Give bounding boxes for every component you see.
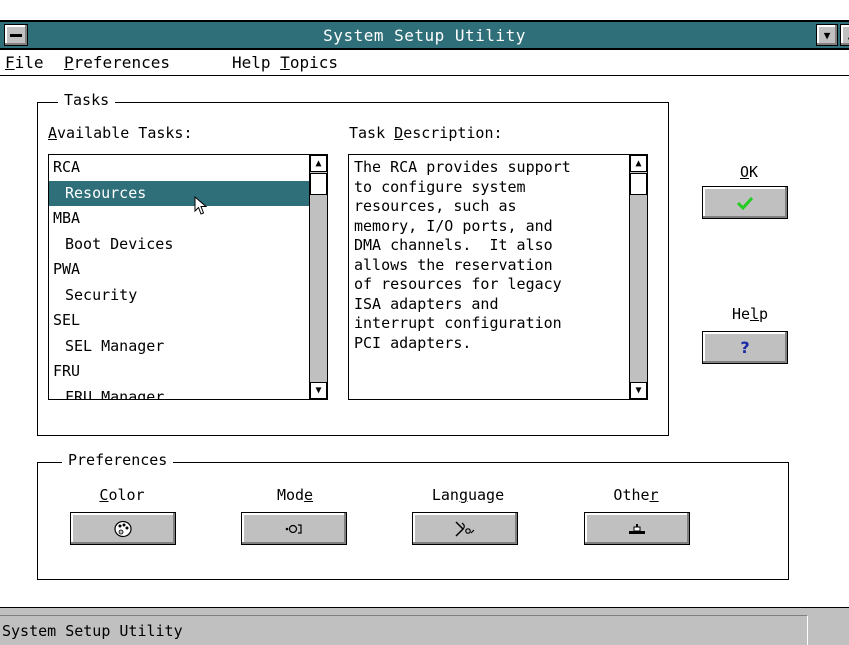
task-list-item[interactable]: Boot Devices [49, 232, 309, 258]
task-description-text: The RCA provides support to configure sy… [354, 158, 571, 352]
language-button[interactable] [412, 512, 518, 545]
task-list-item[interactable]: SEL [49, 308, 309, 334]
help-button[interactable]: ? [702, 331, 788, 364]
status-text: System Setup Utility [0, 615, 808, 645]
menu-help-mnemonic: T [280, 53, 290, 72]
task-description-label: Task Description: [349, 124, 503, 142]
task-list-item[interactable]: FRU Manager [49, 385, 309, 400]
application-window: System Setup Utility ▼ ▲ File Preference… [0, 0, 849, 645]
menu-file-label: ile [14, 53, 44, 72]
scroll-up-icon[interactable]: ▲ [630, 155, 647, 172]
mode-button[interactable] [241, 512, 347, 545]
mouse-cursor-icon [194, 196, 208, 215]
maximize-button[interactable]: ▲ [840, 24, 849, 46]
task-list-item[interactable]: Security [49, 283, 309, 309]
scroll-up-icon[interactable]: ▲ [310, 155, 327, 172]
scroll-down-icon[interactable]: ▼ [630, 382, 647, 399]
task-list-items: RCA Resources MBA Boot Devices PWA Security SE… [49, 155, 309, 399]
menu-preferences[interactable]: Preferences [64, 53, 170, 72]
task-list-item[interactable]: PWA [49, 257, 309, 283]
help-label: Help [731, 305, 769, 323]
title-bar[interactable]: System Setup Utility ▼ ▲ [0, 20, 849, 50]
menu-help-label: opics [289, 53, 338, 72]
task-description-box[interactable]: The RCA provides support to configure sy… [348, 154, 648, 400]
other-button[interactable] [584, 512, 690, 545]
task-list-item[interactable]: FRU [49, 359, 309, 385]
other-icon [629, 523, 645, 534]
checkmark-icon [736, 196, 754, 210]
language-icon [455, 520, 475, 537]
palette-icon [114, 520, 132, 537]
mode-label: Mode [276, 486, 314, 504]
tasks-group-label: Tasks [58, 91, 116, 109]
window-title: System Setup Utility [323, 26, 526, 45]
ok-label: OK [739, 163, 759, 181]
menu-bar: File Preferences Help Topics [0, 50, 849, 76]
available-tasks-list[interactable]: RCA Resources MBA Boot Devices PWA Security SE… [48, 154, 328, 400]
description-scrollbar[interactable]: ▲ ▼ [629, 155, 647, 399]
scroll-thumb[interactable] [630, 173, 647, 195]
ok-button[interactable] [702, 186, 788, 219]
menu-help-topics[interactable]: Help Topics [232, 53, 338, 72]
menu-help-prefix: Help [232, 53, 281, 72]
task-list-item[interactable]: SEL Manager [49, 334, 309, 360]
available-tasks-label: Available Tasks: [48, 124, 193, 142]
menu-preferences-label: references [73, 53, 170, 72]
task-list-item[interactable]: Resources [49, 180, 309, 206]
preferences-group-label: Preferences [62, 451, 174, 469]
menu-file[interactable]: File [5, 53, 44, 72]
scroll-down-icon[interactable]: ▼ [310, 382, 327, 399]
task-list-item[interactable]: RCA [49, 155, 309, 181]
color-label: Color [99, 486, 145, 504]
task-list-scrollbar[interactable]: ▲ ▼ [309, 155, 327, 399]
menu-file-mnemonic: F [5, 53, 15, 72]
scroll-thumb[interactable] [310, 173, 327, 195]
other-label: Other [613, 486, 659, 504]
question-icon: ? [740, 338, 750, 357]
minimize-arrow-icon: ▼ [823, 28, 831, 42]
color-button[interactable] [70, 512, 176, 545]
task-list-item[interactable]: MBA [49, 206, 309, 232]
menu-preferences-mnemonic: P [64, 53, 74, 72]
minimize-button[interactable]: ▼ [816, 24, 838, 46]
language-label: Language [431, 486, 505, 504]
mode-icon [285, 523, 302, 534]
